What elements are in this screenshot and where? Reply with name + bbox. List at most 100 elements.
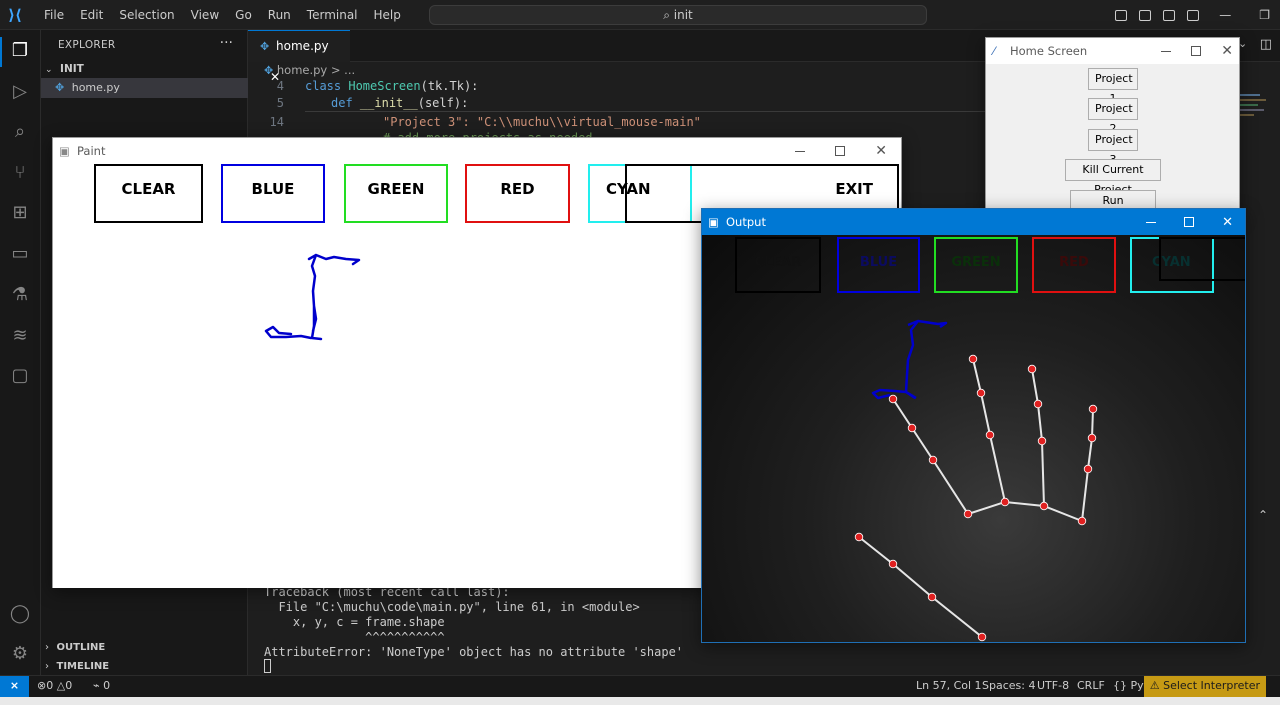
restore-icon[interactable]: ❐ <box>1259 8 1270 22</box>
app-icon: ▣ <box>708 215 719 229</box>
chevron-right-icon: › <box>45 642 49 653</box>
maximize-icon[interactable] <box>1184 217 1195 227</box>
account-icon[interactable]: ◯ <box>9 603 31 625</box>
code-function-name: __init__ <box>359 96 418 110</box>
menu-file[interactable]: File <box>36 8 72 22</box>
close-icon[interactable]: ✕ <box>1221 43 1233 59</box>
menu-bar: File Edit Selection View Go Run Terminal… <box>36 8 409 22</box>
menu-selection[interactable]: Selection <box>111 8 182 22</box>
code-text: (tk.Tk): <box>420 79 479 93</box>
project-2-button[interactable]: Project 2 <box>1088 98 1138 135</box>
project-3-button[interactable]: Project 3 <box>1088 129 1138 166</box>
braces-icon: {} <box>1113 679 1127 692</box>
timeline-label: TIMELINE <box>56 661 110 672</box>
run-debug-icon[interactable]: ▷ <box>9 81 31 103</box>
warning-count: 0 <box>65 679 73 692</box>
chevron-right-icon: › <box>45 661 49 672</box>
maximize-icon[interactable] <box>1191 46 1202 56</box>
terminal-line: File "C:\muchu\code\main.py", line 61, i… <box>264 600 640 614</box>
select-interpreter-button[interactable]: ⚠ Select Interpreter <box>1143 676 1266 697</box>
tab-label: home.py <box>276 39 329 53</box>
settings-gear-icon[interactable]: ⚙ <box>9 643 31 665</box>
remote-explorer-icon[interactable]: ▭ <box>9 243 31 265</box>
menu-help[interactable]: Help <box>366 8 409 22</box>
minimap[interactable] <box>1240 90 1270 150</box>
close-icon[interactable]: ✕ <box>1222 215 1233 230</box>
chevron-down-icon: ⌄ <box>45 65 53 75</box>
python-file-icon: ✥ <box>264 64 274 77</box>
close-icon[interactable]: ✕ <box>875 143 887 159</box>
cursor-position[interactable]: Ln 57, Col 1 <box>916 676 982 696</box>
menu-go[interactable]: Go <box>227 8 260 22</box>
timeline-section[interactable]: › TIMELINE <box>41 656 248 676</box>
menu-view[interactable]: View <box>183 8 227 22</box>
file-row-home-py[interactable]: ✥ home.py <box>41 78 248 98</box>
folder-row[interactable]: ⌄ INIT <box>41 59 248 79</box>
minimize-icon[interactable] <box>1161 50 1172 52</box>
code-text: (self): <box>417 96 469 110</box>
maximize-panel-icon[interactable]: ⌃ <box>1258 508 1268 522</box>
python-file-icon: ✥ <box>260 40 270 53</box>
testing-flask-icon[interactable]: ⚗ <box>9 284 31 306</box>
project-1-button[interactable]: Project 1 <box>1088 68 1138 105</box>
code-line-14[interactable]: "Project 3": "C:\\muchu\\virtual_mouse-m… <box>383 114 701 131</box>
explorer-title: EXPLORER <box>58 39 116 51</box>
code-line-5[interactable]: def __init__(self): <box>331 95 468 112</box>
code-keyword: def <box>331 96 353 110</box>
window-title-bar[interactable]: ▣ Paint <box>53 138 901 164</box>
warning-icon: ⚠ <box>1149 679 1160 692</box>
active-indicator <box>0 37 2 67</box>
window-title: Paint <box>77 144 106 158</box>
source-control-icon[interactable]: ⑂ <box>9 162 31 184</box>
line-number: 14 <box>269 115 284 129</box>
split-editor-icon[interactable]: ◫ <box>1260 37 1272 52</box>
problems-indicator[interactable]: ⊗0 △0 <box>37 676 72 696</box>
camera-feed: CLEAR BLUE GREEN RED CYAN <box>702 235 1245 642</box>
toggle-sidebar-icon[interactable] <box>1115 9 1128 21</box>
window-title: Home Screen <box>1010 44 1088 58</box>
tab-home-py[interactable]: ✥ home.py ✕ <box>248 30 350 84</box>
line-number: 4 <box>276 79 284 93</box>
code-line-4[interactable]: class HomeScreen(tk.Tk): <box>305 78 478 95</box>
remote-indicator-icon[interactable]: ⨯ <box>0 676 29 698</box>
toggle-panel-icon[interactable] <box>1139 9 1152 21</box>
file-name: home.py <box>71 81 120 94</box>
customize-layout-icon[interactable] <box>1187 9 1200 21</box>
maximize-icon[interactable] <box>835 146 846 156</box>
minimize-icon[interactable] <box>1146 221 1157 223</box>
code-class-name: HomeScreen <box>348 79 421 93</box>
kill-current-project-button[interactable]: Kill Current Project <box>1065 159 1161 196</box>
error-icon: ⊗ <box>37 679 47 692</box>
code-keyword: class <box>305 79 342 93</box>
chat-icon[interactable]: ▢ <box>9 365 31 387</box>
outline-section[interactable]: › OUTLINE <box>41 637 248 657</box>
ports-indicator[interactable]: ⌁ 0 <box>93 676 110 696</box>
terminal-line: ^^^^^^^^^^^ <box>264 630 445 644</box>
search-view-icon[interactable]: ⌕ <box>9 121 31 143</box>
extensions-icon[interactable]: ⊞ <box>9 202 31 224</box>
toggle-secondary-sidebar-icon[interactable] <box>1163 9 1176 21</box>
command-center-search[interactable]: ⌕ init <box>429 5 927 25</box>
hand-landmarks-overlay <box>854 319 1098 642</box>
breadcrumb[interactable]: ✥ home.py > ... <box>264 62 355 79</box>
menu-edit[interactable]: Edit <box>72 8 111 22</box>
error-count: 0 <box>46 679 54 692</box>
interpreter-label: Select Interpreter <box>1163 679 1260 692</box>
feather-app-icon: ⁄ <box>993 44 995 58</box>
menu-run[interactable]: Run <box>260 8 299 22</box>
menu-terminal[interactable]: Terminal <box>299 8 366 22</box>
explorer-files-icon[interactable]: ❐ <box>9 40 31 62</box>
more-actions-icon[interactable]: ··· <box>220 35 233 51</box>
window-title: Output <box>726 215 766 229</box>
sticky-scroll-divider <box>305 111 985 112</box>
minimize-icon[interactable]: — <box>1219 8 1231 22</box>
code-string: : "C:\\muchu\\virtual_mouse-main" <box>462 115 701 129</box>
minimize-icon[interactable] <box>795 150 806 152</box>
indentation[interactable]: Spaces: 4 <box>982 676 1035 696</box>
title-bar: ⟩⟨ File Edit Selection View Go Run Termi… <box>0 0 1280 30</box>
encoding[interactable]: UTF-8 <box>1037 676 1069 696</box>
line-endings[interactable]: CRLF <box>1077 676 1105 696</box>
search-icon: ⌕ <box>663 8 670 22</box>
activity-bar: ❐ ▷ ⌕ ⑂ ⊞ ▭ ⚗ ≋ ▢ ◯ ⚙ <box>0 30 41 675</box>
docker-whale-icon[interactable]: ≋ <box>9 325 31 347</box>
